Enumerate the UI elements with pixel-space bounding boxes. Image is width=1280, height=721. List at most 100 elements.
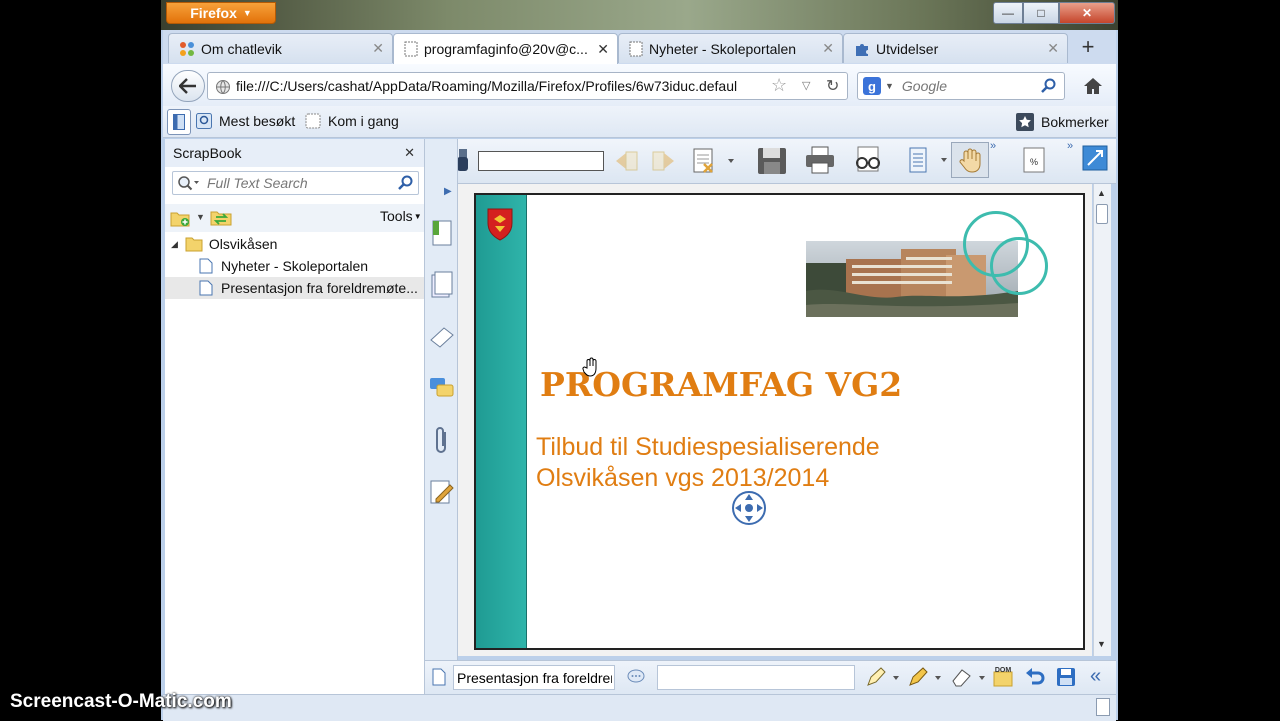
dropdown-arrow-icon: ▼: [242, 8, 252, 18]
close-tab-icon[interactable]: ✕: [372, 40, 384, 57]
search-bar[interactable]: g ▼ Google: [857, 72, 1065, 100]
tree-item-presentasjon[interactable]: Presentasjon fra foreldremøte...: [165, 277, 424, 299]
url-text: file:///C:/Users/cashat/AppData/Roaming/…: [236, 78, 738, 94]
layers-panel-icon[interactable]: [428, 322, 456, 352]
reload-icon[interactable]: ↻: [826, 76, 839, 96]
fit-page-icon[interactable]: [1082, 145, 1108, 171]
plus-icon: +: [1081, 34, 1095, 59]
tab-label: Utvidelser: [876, 40, 939, 57]
close-tab-icon[interactable]: ✕: [822, 40, 834, 57]
highlighter-icon[interactable]: [866, 667, 900, 687]
bookmark-mest-besokt[interactable]: Mest besøkt: [196, 113, 295, 129]
maximize-button[interactable]: □: [1023, 2, 1059, 24]
find-text-input[interactable]: [478, 151, 604, 171]
expand-panel-icon[interactable]: ▶: [444, 186, 452, 197]
close-window-button[interactable]: ✕: [1059, 2, 1115, 24]
page-list-icon[interactable]: [690, 146, 734, 176]
collapse-triangle-icon[interactable]: ◢: [171, 239, 178, 250]
sidebar-header: ScrapBook ✕: [165, 139, 424, 167]
save-icon[interactable]: [1055, 666, 1077, 688]
bookmark-star-icon: [1016, 113, 1034, 131]
view-glasses-icon[interactable]: [852, 145, 884, 175]
magnifier-dropdown-icon[interactable]: [177, 175, 199, 191]
bookmarks-menu-button[interactable]: Bokmerker: [1016, 113, 1109, 131]
tools-menu-button[interactable]: Tools ▼: [380, 208, 422, 224]
comments-panel-icon[interactable]: [428, 374, 456, 404]
next-page-icon[interactable]: [650, 147, 678, 175]
tree-folder-olsvikasen[interactable]: ◢ Olsvikåsen: [165, 233, 424, 255]
google-icon[interactable]: g: [863, 77, 881, 95]
save-disk-icon[interactable]: [756, 144, 788, 176]
status-bar: [163, 694, 1116, 721]
dropdown-arrow-icon[interactable]: ▼: [196, 212, 205, 222]
tree-item-nyheter[interactable]: Nyheter - Skoleportalen: [165, 255, 424, 277]
url-dropdown-icon[interactable]: ▽: [802, 79, 810, 92]
scrollbar-thumb[interactable]: [1096, 204, 1108, 224]
scroll-up-icon[interactable]: ▲: [1097, 188, 1106, 198]
globe-icon: [215, 79, 231, 95]
new-tab-button[interactable]: +: [1074, 34, 1102, 60]
home-button[interactable]: [1080, 74, 1106, 98]
item-title-input[interactable]: [453, 665, 615, 690]
minimize-button[interactable]: —: [993, 2, 1023, 24]
tools-label: Tools: [380, 208, 413, 224]
overflow-chevron-icon[interactable]: »: [1067, 140, 1073, 152]
home-icon: [1083, 77, 1103, 95]
dom-eraser-icon[interactable]: DOM: [992, 666, 1014, 688]
add-on-bar-handle[interactable]: [1096, 698, 1110, 716]
full-text-search-input[interactable]: Full Text Search: [172, 171, 419, 195]
slide-subtitle-line2: Olsvikåsen vgs 2013/2014: [536, 464, 830, 492]
tab-programfaginfo[interactable]: programfaginfo@20v@c... ✕: [393, 33, 618, 64]
bookmark-kom-i-gang[interactable]: Kom i gang: [305, 113, 399, 129]
tab-utvidelser[interactable]: Utvidelser ✕: [843, 33, 1068, 63]
svg-text:DOM: DOM: [995, 667, 1012, 674]
back-button[interactable]: [171, 70, 205, 102]
search-engine-dropdown-icon[interactable]: ▼: [885, 81, 894, 91]
sidebar-toggle-button[interactable]: [167, 109, 191, 135]
tab-om-chatlevik[interactable]: Om chatlevik ✕: [168, 33, 393, 63]
tab-label: Om chatlevik: [201, 40, 282, 57]
marker-icon[interactable]: [908, 667, 942, 687]
eraser-icon[interactable]: [950, 667, 986, 687]
previous-page-icon[interactable]: [612, 147, 640, 175]
scroll-down-icon[interactable]: ▼: [1097, 639, 1106, 649]
minimize-icon: —: [1002, 6, 1014, 20]
url-bar[interactable]: file:///C:/Users/cashat/AppData/Roaming/…: [207, 72, 848, 100]
blank-page-icon: [629, 41, 643, 57]
firefox-menu-button[interactable]: Firefox ▼: [166, 2, 276, 24]
tab-nyheter[interactable]: Nyheter - Skoleportalen ✕: [618, 33, 843, 63]
pages-panel-icon[interactable]: [429, 270, 455, 300]
pan-scroll-icon[interactable]: [731, 490, 767, 526]
joomla-icon: [179, 41, 195, 57]
close-tab-icon[interactable]: ✕: [597, 41, 609, 58]
print-icon[interactable]: [804, 145, 836, 175]
page-layout-icon[interactable]: [906, 145, 950, 175]
search-icon[interactable]: [1040, 78, 1056, 94]
collapse-bar-icon[interactable]: «: [1090, 665, 1101, 688]
signature-panel-icon[interactable]: [428, 477, 456, 507]
slide-subtitle-line1: Tilbud til Studiespesialiserende: [536, 433, 880, 461]
zoom-percent-icon[interactable]: %: [1022, 146, 1048, 174]
bookmarks-panel-icon[interactable]: [429, 218, 455, 248]
search-placeholder: Full Text Search: [207, 175, 308, 191]
new-folder-icon[interactable]: [170, 209, 192, 227]
comment-input[interactable]: [657, 665, 855, 690]
sidebar-panel-icon: [173, 114, 185, 130]
search-icon[interactable]: [397, 175, 413, 191]
overflow-chevron-icon[interactable]: »: [990, 140, 996, 152]
close-tab-icon[interactable]: ✕: [1047, 40, 1059, 57]
tree-label: Nyheter - Skoleportalen: [221, 258, 369, 274]
close-sidebar-icon[interactable]: ✕: [404, 145, 415, 161]
hand-tool-button[interactable]: [951, 142, 989, 178]
hand-cursor-icon: [582, 357, 600, 377]
blank-page-icon: [305, 113, 321, 129]
undo-icon[interactable]: [1024, 666, 1046, 688]
bookmarks-label: Bokmerker: [1041, 114, 1109, 130]
sync-folder-icon[interactable]: [210, 208, 232, 226]
tree-label: Olsvikåsen: [208, 236, 278, 252]
comment-bubble-icon[interactable]: [626, 668, 646, 686]
svg-text:g: g: [868, 79, 876, 94]
attachment-icon[interactable]: [431, 425, 453, 457]
vertical-scrollbar[interactable]: ▲ ▼: [1093, 184, 1111, 656]
star-bookmark-icon[interactable]: ☆: [771, 75, 787, 96]
